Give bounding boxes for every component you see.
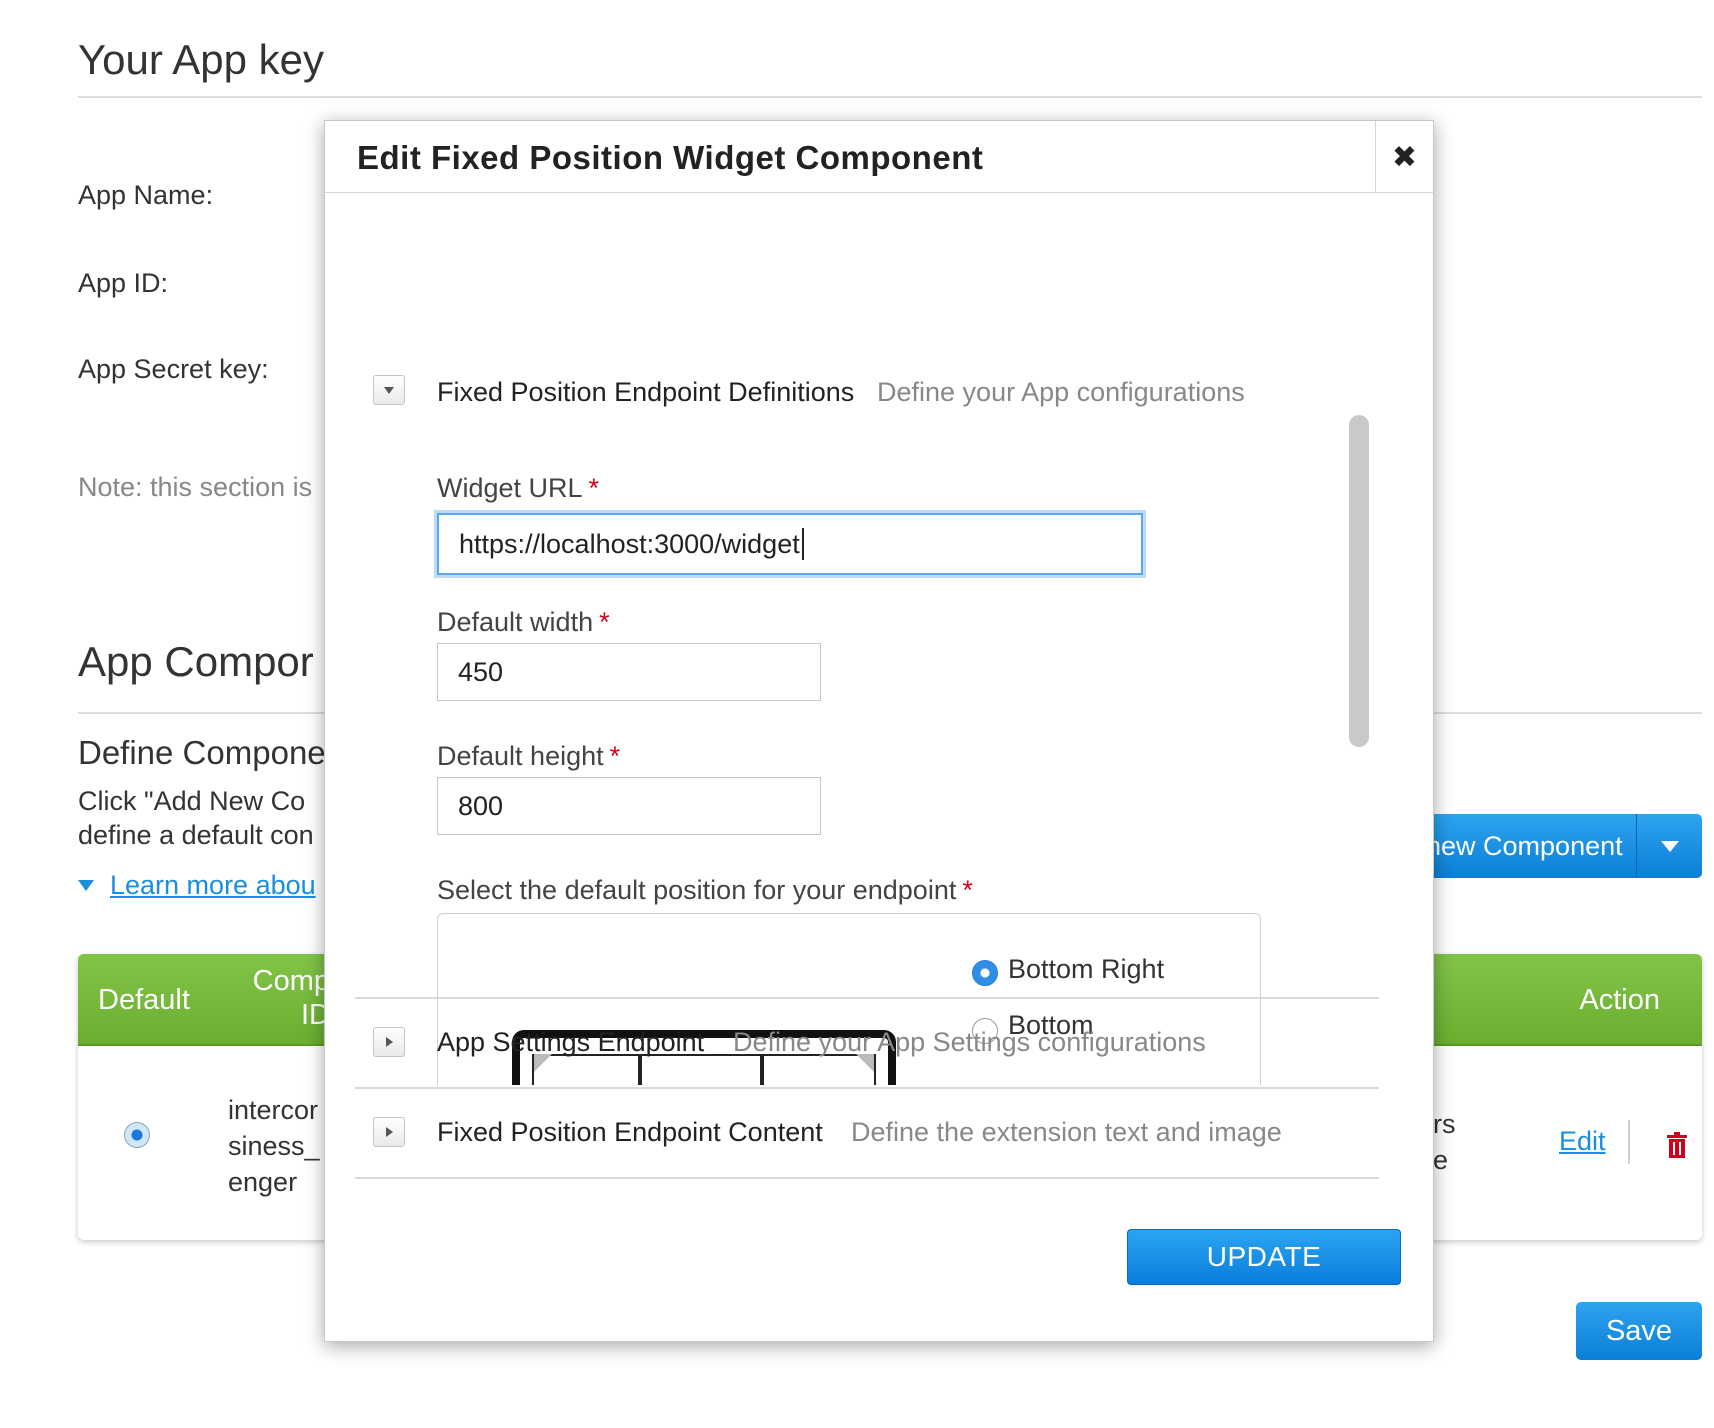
close-icon[interactable]: ✖ <box>1375 121 1433 193</box>
edit-component-modal: Edit Fixed Position Widget Component ✖ F… <box>324 120 1434 1342</box>
widget-url-label: Widget URL * <box>437 473 599 504</box>
preview-column-divider <box>638 1054 642 1085</box>
expand-triangle-icon <box>78 880 94 891</box>
accordion-divider <box>355 997 1379 999</box>
section-desc-app-settings: Define your App Settings configurations <box>733 1027 1206 1057</box>
section-title-endpoint-definitions[interactable]: Fixed Position Endpoint Definitions <box>437 377 854 408</box>
learn-more-link[interactable]: Learn more abou <box>78 870 316 901</box>
modal-header: Edit Fixed Position Widget Component ✖ <box>325 121 1433 193</box>
section-desc-endpoint-content: Define the extension text and image <box>851 1117 1282 1147</box>
update-button[interactable]: UPDATE <box>1127 1229 1401 1285</box>
default-width-label: Default width * <box>437 607 610 638</box>
section-toggle-app-settings[interactable] <box>373 1027 405 1057</box>
section-note: Note: this section is <box>78 472 313 502</box>
section-toggle-endpoint-content[interactable] <box>373 1117 405 1147</box>
app-id-label: App ID: <box>78 268 169 298</box>
default-height-value: 800 <box>458 790 504 821</box>
modal-scroll-area[interactable]: Fixed Position Endpoint Definitions Defi… <box>325 281 1375 1085</box>
caret-down-icon <box>384 386 394 394</box>
section-toggle-endpoint-definitions[interactable] <box>373 375 405 405</box>
define-desc-line1: Click "Add New Co <box>78 786 306 816</box>
section-title-app-settings[interactable]: App Settings Endpoint <box>437 1027 704 1058</box>
default-height-label-text: Default height <box>437 741 604 771</box>
header-default: Default <box>98 984 190 1016</box>
default-width-value: 450 <box>458 656 504 687</box>
define-desc-line2: define a default con <box>78 820 314 850</box>
position-label-text: Select the default position for your end… <box>437 875 957 905</box>
header-action: Action <box>1579 984 1660 1016</box>
caret-right-icon <box>385 1127 393 1137</box>
caret-right-icon <box>385 1037 393 1047</box>
save-button[interactable]: Save <box>1576 1302 1702 1360</box>
default-height-label: Default height * <box>437 741 620 772</box>
modal-title: Edit Fixed Position Widget Component <box>357 139 984 176</box>
chevron-down-icon <box>1660 840 1679 852</box>
required-mark: * <box>609 741 621 771</box>
laptop-screen <box>532 1054 876 1085</box>
position-label: Select the default position for your end… <box>437 875 973 906</box>
modal-scrollbar[interactable] <box>1349 415 1369 747</box>
component-id-line: intercor <box>228 1095 319 1125</box>
widget-url-input[interactable]: https://localhost:3000/widget <box>437 513 1143 575</box>
section-title-endpoint-content[interactable]: Fixed Position Endpoint Content <box>437 1117 823 1148</box>
default-radio[interactable] <box>124 1122 150 1148</box>
default-width-label-text: Default width <box>437 607 594 637</box>
default-width-input[interactable]: 450 <box>437 643 821 701</box>
position-selector: Bottom Right Bottom <box>437 913 1261 1085</box>
required-mark: * <box>962 875 973 905</box>
header-component-id: Comp ID <box>240 964 330 1032</box>
app-name-label: App Name: <box>78 180 214 210</box>
page-title: Your App key <box>78 36 324 83</box>
preview-column-divider <box>760 1054 764 1085</box>
edit-link[interactable]: Edit <box>1559 1126 1606 1157</box>
title-divider <box>78 96 1702 98</box>
component-id-cell: intercor siness_ enger <box>228 1092 320 1200</box>
components-heading: App Compor <box>78 638 314 685</box>
define-components-heading: Define Compone <box>78 734 326 771</box>
action-separator <box>1628 1120 1630 1164</box>
required-mark: * <box>588 473 600 503</box>
widget-url-label-text: Widget URL <box>437 473 583 503</box>
learn-more-text[interactable]: Learn more abou <box>110 870 316 901</box>
widget-url-value: https://localhost:3000/widget <box>459 528 800 559</box>
radio-bottom-right[interactable] <box>972 960 998 986</box>
component-id-line: siness_ <box>228 1131 320 1161</box>
section-desc-endpoint-definitions: Define your App configurations <box>877 377 1245 407</box>
component-id-line: enger <box>228 1167 298 1197</box>
required-mark: * <box>599 607 610 637</box>
add-component-dropdown[interactable] <box>1636 814 1702 878</box>
default-height-input[interactable]: 800 <box>437 777 821 835</box>
accordion-divider <box>355 1087 1379 1089</box>
text-cursor <box>801 528 804 560</box>
accordion-divider <box>355 1177 1379 1179</box>
trash-icon[interactable] <box>1666 1132 1688 1163</box>
header-component-line1: Comp <box>252 965 330 997</box>
app-secret-label: App Secret key: <box>78 354 269 384</box>
radio-bottom-right-label[interactable]: Bottom Right <box>1008 954 1164 985</box>
